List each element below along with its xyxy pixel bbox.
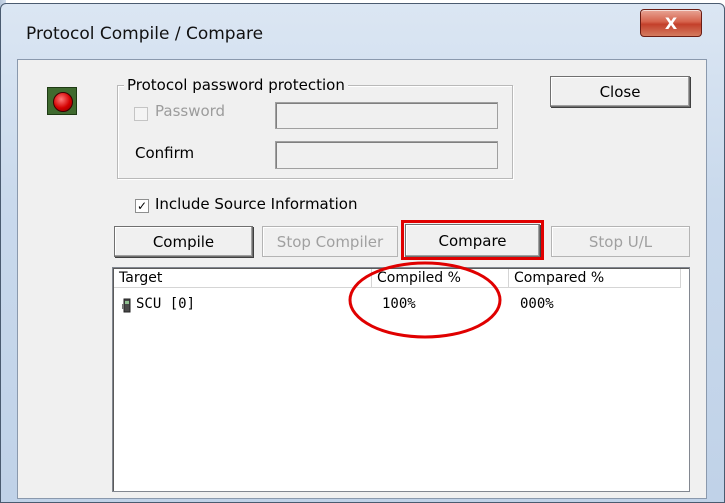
checkmark-icon: ✓	[136, 199, 148, 213]
password-field[interactable]	[275, 102, 498, 129]
include-source-checkbox[interactable]: ✓	[135, 199, 149, 213]
confirm-field[interactable]	[275, 141, 498, 169]
compile-button[interactable]: Compile	[114, 226, 253, 257]
column-header-target[interactable]: Target	[114, 269, 372, 288]
row-compared: 000%	[520, 296, 554, 312]
compare-highlight-annotation	[401, 220, 544, 260]
include-source-label: Include Source Information	[155, 195, 358, 213]
compiled-highlight-annotation	[348, 261, 502, 339]
row-target: SCU [0]	[136, 296, 196, 312]
confirm-label: Confirm	[135, 144, 195, 162]
window-close-button[interactable]: X	[640, 9, 702, 37]
stop-compiler-button[interactable]: Stop Compiler	[262, 226, 398, 257]
password-protection-group-label: Protocol password protection	[124, 76, 348, 94]
password-checkbox[interactable]	[134, 107, 148, 121]
column-header-compared[interactable]: Compared %	[509, 269, 681, 288]
window-title: Protocol Compile / Compare	[26, 24, 264, 44]
close-button[interactable]: Close	[550, 76, 690, 107]
close-icon: X	[664, 13, 678, 33]
stop-ul-button[interactable]: Stop U/L	[551, 226, 690, 257]
password-checkbox-label: Password	[155, 102, 226, 120]
device-icon	[122, 298, 132, 313]
red-led-icon	[47, 87, 77, 115]
